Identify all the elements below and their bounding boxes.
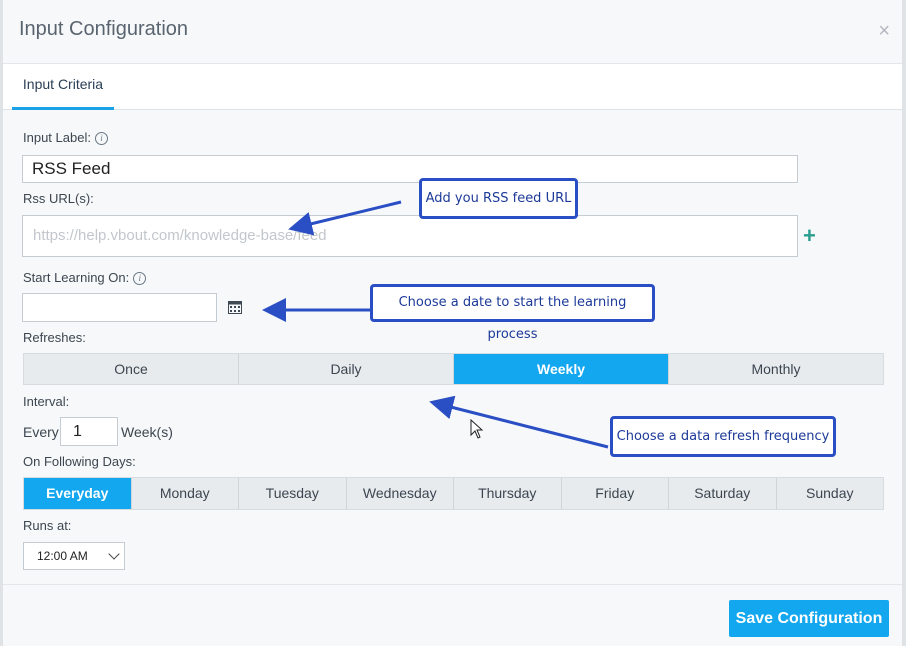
interval-suffix: Week(s)	[121, 424, 173, 440]
modal-title: Input Configuration	[19, 18, 189, 40]
day-option-sunday[interactable]: Sunday	[777, 478, 884, 509]
refresh-option-weekly[interactable]: Weekly	[454, 354, 669, 384]
interval-input[interactable]: 1	[60, 417, 118, 446]
day-option-saturday[interactable]: Saturday	[669, 478, 777, 509]
rss-url-input[interactable]: https://help.vbout.com/knowledge-base/fe…	[22, 215, 798, 257]
url-hint-callout: Add you RSS feed URL	[419, 178, 578, 219]
date-hint-callout: Choose a date to start the learning proc…	[370, 284, 655, 342]
day-option-thursday[interactable]: Thursday	[454, 478, 562, 509]
start-learning-text: Start Learning On:	[23, 270, 130, 285]
refresh-frequency-selector: Once Daily Weekly Monthly	[23, 353, 884, 385]
input-configuration-modal: Input Configuration × Input Criteria Inp…	[3, 0, 902, 646]
runs-at-select[interactable]: 12:00 AM	[23, 542, 125, 570]
info-icon[interactable]: i	[133, 272, 147, 285]
day-option-friday[interactable]: Friday	[562, 478, 669, 509]
calendar-icon[interactable]	[228, 300, 242, 314]
refresh-option-once[interactable]: Once	[24, 354, 239, 384]
day-option-tuesday[interactable]: Tuesday	[239, 478, 347, 509]
input-label-text: Input Label:	[23, 130, 91, 145]
refresh-hint-callout: Choose a data refresh frequency	[610, 416, 836, 457]
tab-input-criteria[interactable]: Input Criteria	[12, 64, 114, 110]
save-configuration-button[interactable]: Save Configuration	[729, 600, 889, 637]
info-icon[interactable]: i	[94, 132, 108, 145]
day-option-everyday[interactable]: Everyday	[24, 478, 132, 509]
following-days-label: On Following Days:	[23, 454, 136, 469]
chevron-down-icon	[108, 548, 120, 560]
start-date-input[interactable]	[22, 293, 217, 322]
mouse-cursor-icon	[470, 419, 484, 439]
runs-at-label: Runs at:	[23, 518, 72, 533]
day-option-monday[interactable]: Monday	[132, 478, 239, 509]
runs-at-value: 12:00 AM	[37, 549, 88, 563]
refresh-option-daily[interactable]: Daily	[239, 354, 454, 384]
tab-bar: Input Criteria	[3, 64, 902, 110]
rss-url-label: Rss URL(s):	[23, 191, 94, 206]
interval-label: Interval:	[23, 394, 70, 409]
refreshes-label: Refreshes:	[23, 330, 86, 345]
plus-icon[interactable]: +	[803, 223, 816, 249]
interval-prefix: Every	[23, 424, 59, 440]
start-learning-label: Start Learning On: i	[23, 270, 147, 285]
day-selector: Everyday Monday Tuesday Wednesday Thursd…	[23, 477, 884, 510]
input-label-caption: Input Label: i	[23, 130, 108, 145]
day-option-wednesday[interactable]: Wednesday	[347, 478, 454, 509]
input-label-field[interactable]: RSS Feed	[22, 155, 798, 183]
refresh-option-monthly[interactable]: Monthly	[669, 354, 883, 384]
close-icon[interactable]: ×	[878, 20, 890, 42]
modal-header: Input Configuration ×	[3, 0, 902, 64]
